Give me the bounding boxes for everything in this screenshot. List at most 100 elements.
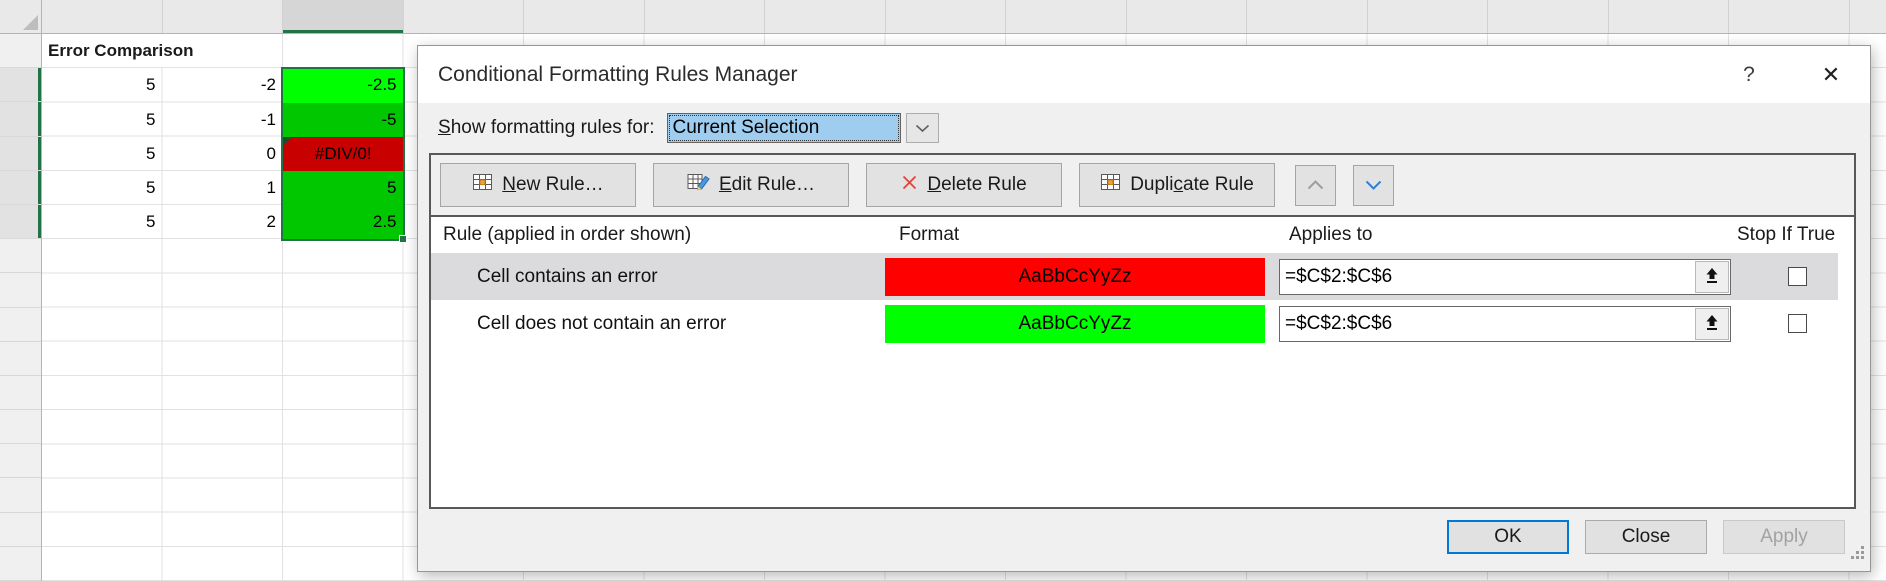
rules-toolbar: New Rule… Edit Rule… Delete Rule — [431, 155, 1854, 217]
sheet-row: 5 0 #DIV/0! — [42, 137, 404, 171]
rule-name: Cell contains an error — [431, 266, 883, 288]
cell-col-b[interactable]: -2 — [163, 68, 284, 102]
rule-format-cell: AaBbCcYyZz — [883, 258, 1275, 296]
rules-list: Cell contains an error AaBbCcYyZz — [431, 253, 1854, 347]
close-icon[interactable]: ✕ — [1814, 62, 1848, 88]
column-header[interactable] — [524, 0, 645, 33]
column-header[interactable] — [1247, 0, 1368, 33]
row-header[interactable] — [0, 376, 41, 410]
table-grid-icon — [472, 172, 493, 198]
column-header[interactable] — [1006, 0, 1127, 33]
cell-col-c[interactable]: 2.5 — [283, 205, 404, 239]
row-header[interactable] — [0, 239, 41, 273]
scope-combobox-dropdown-button[interactable] — [906, 113, 939, 143]
sheet-row: 5 -2 -2.5 — [42, 68, 404, 102]
column-header-rule: Rule (applied in order shown) — [431, 224, 883, 246]
column-header[interactable] — [1729, 0, 1850, 33]
stop-if-true-checkbox[interactable] — [1788, 314, 1807, 333]
dialog-footer: OK Close Apply — [418, 509, 1870, 554]
ok-button[interactable]: OK — [1447, 520, 1569, 554]
select-all-corner[interactable] — [0, 0, 42, 34]
row-header[interactable] — [0, 308, 41, 342]
rule-format-cell: AaBbCcYyZz — [883, 305, 1275, 343]
cell-col-a[interactable]: 5 — [42, 103, 163, 137]
help-icon[interactable]: ? — [1732, 63, 1766, 87]
cell-col-a[interactable]: 5 — [42, 205, 163, 239]
row-header[interactable] — [0, 342, 41, 376]
row-header[interactable] — [0, 34, 41, 68]
apply-button[interactable]: Apply — [1723, 520, 1845, 554]
column-header[interactable] — [645, 0, 766, 33]
column-header[interactable] — [1368, 0, 1489, 33]
applies-to-input[interactable] — [1280, 260, 1694, 294]
row-header[interactable] — [0, 273, 41, 307]
move-rule-up-button[interactable] — [1295, 165, 1336, 206]
rule-applies-cell — [1275, 259, 1739, 295]
row-header[interactable] — [0, 205, 41, 239]
cell-col-c[interactable]: -2.5 — [283, 68, 404, 102]
column-header[interactable] — [1609, 0, 1730, 33]
cell-col-a[interactable]: 5 — [42, 137, 163, 171]
sheet-data-rows: 5 -2 -2.5 5 -1 -5 5 0 #DIV/0! 5 1 5 5 2 … — [42, 68, 404, 239]
column-header-applies-to: Applies to — [1275, 224, 1739, 246]
table-grid-icon — [1100, 172, 1121, 198]
applies-to-field — [1279, 306, 1731, 342]
stop-if-true-checkbox[interactable] — [1788, 267, 1807, 286]
column-header[interactable] — [1127, 0, 1248, 33]
column-header[interactable] — [163, 0, 284, 33]
red-x-icon — [901, 174, 918, 197]
delete-rule-button[interactable]: Delete Rule — [866, 163, 1062, 207]
cell-col-b[interactable]: 1 — [163, 171, 284, 205]
row-header[interactable] — [0, 547, 41, 581]
format-preview: AaBbCcYyZz — [885, 305, 1265, 343]
row-header[interactable] — [0, 102, 41, 136]
row-header[interactable] — [0, 444, 41, 478]
scope-combobox-value[interactable]: Current Selection — [667, 113, 901, 143]
cell-col-a[interactable]: 5 — [42, 171, 163, 205]
cell-col-a[interactable]: 5 — [42, 68, 163, 102]
duplicate-rule-button[interactable]: Duplicate Rule — [1079, 163, 1275, 207]
column-header[interactable] — [886, 0, 1007, 33]
close-button[interactable]: Close — [1585, 520, 1707, 554]
new-rule-button[interactable]: New Rule… — [440, 163, 636, 207]
cell-col-c[interactable]: #DIV/0! — [283, 137, 404, 171]
fill-handle[interactable] — [399, 235, 407, 243]
conditional-formatting-rules-manager-dialog: Conditional Formatting Rules Manager ? ✕… — [417, 45, 1871, 572]
column-header[interactable] — [283, 0, 404, 33]
edit-rule-button[interactable]: Edit Rule… — [653, 163, 849, 207]
rules-listbox: New Rule… Edit Rule… Delete Rule — [429, 153, 1856, 509]
column-header[interactable] — [42, 0, 163, 33]
column-header[interactable] — [404, 0, 525, 33]
sheet-row: 5 1 5 — [42, 171, 404, 205]
rule-row[interactable]: Cell does not contain an error AaBbCcYyZ… — [431, 300, 1838, 347]
column-headers — [42, 0, 1886, 34]
collapse-dialog-button[interactable] — [1695, 261, 1729, 293]
cell-a1-title[interactable]: Error Comparison — [42, 34, 282, 67]
chevron-down-icon — [1365, 178, 1382, 193]
column-header-format: Format — [883, 224, 1275, 246]
cell-col-b[interactable]: -1 — [163, 103, 284, 137]
show-rules-row: Show formatting rules for: Current Selec… — [418, 103, 1870, 153]
row-header[interactable] — [0, 171, 41, 205]
row-header[interactable] — [0, 478, 41, 512]
applies-to-input[interactable] — [1280, 307, 1694, 341]
collapse-dialog-button[interactable] — [1695, 308, 1729, 340]
column-header[interactable] — [765, 0, 886, 33]
cell-col-b[interactable]: 0 — [163, 137, 284, 171]
resize-grip[interactable] — [1851, 544, 1865, 566]
arrow-up-bar-icon — [1705, 314, 1719, 334]
cell-col-c[interactable]: -5 — [283, 103, 404, 137]
table-pencil-icon — [687, 172, 710, 198]
scope-combobox: Current Selection — [667, 113, 939, 143]
move-rule-down-button[interactable] — [1353, 165, 1394, 206]
row-header[interactable] — [0, 513, 41, 547]
cell-col-b[interactable]: 2 — [163, 205, 284, 239]
dialog-title: Conditional Formatting Rules Manager — [438, 63, 1732, 87]
cell-col-c[interactable]: 5 — [283, 171, 404, 205]
rule-row[interactable]: Cell contains an error AaBbCcYyZz — [431, 253, 1838, 300]
column-header[interactable] — [1488, 0, 1609, 33]
sheet-row: 5 -1 -5 — [42, 103, 404, 137]
row-header[interactable] — [0, 68, 41, 102]
row-header[interactable] — [0, 410, 41, 444]
row-header[interactable] — [0, 137, 41, 171]
